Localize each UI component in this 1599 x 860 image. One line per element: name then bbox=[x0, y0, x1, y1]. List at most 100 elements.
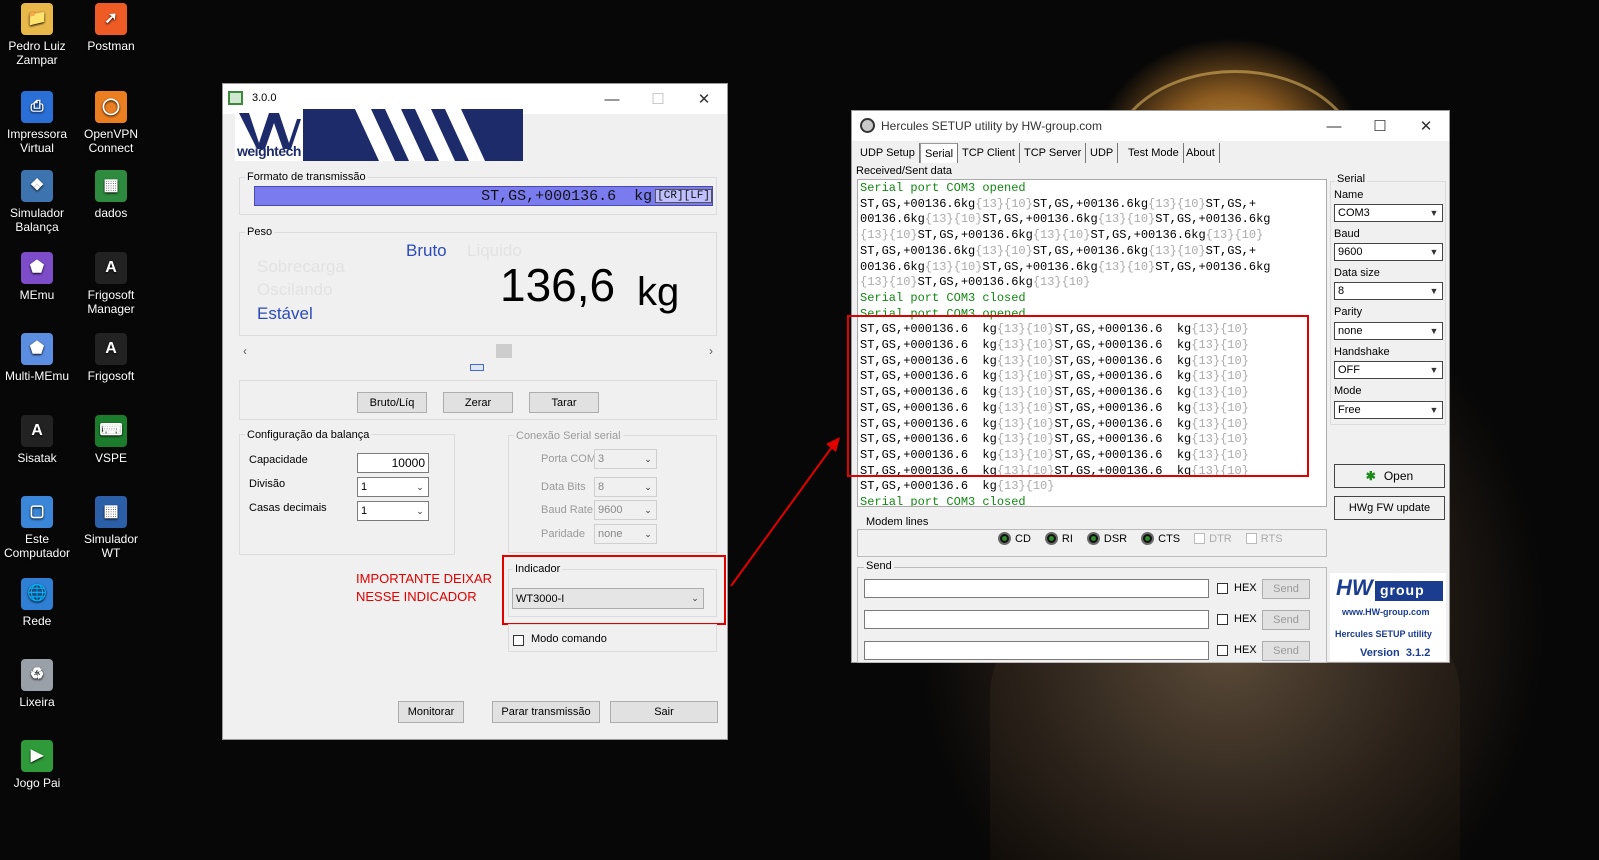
maximize-icon[interactable]: ☐ bbox=[1357, 111, 1403, 141]
desktop-icon-multi-memu[interactable]: ⬟ Multi-MEmu bbox=[1, 333, 73, 383]
desktop-icon-frigosoft[interactable]: A Frigosoft bbox=[75, 333, 147, 383]
desktop-icon-label: Frigosoft bbox=[87, 369, 135, 383]
desktop-icon-game[interactable]: ▶ Jogo Pai bbox=[1, 740, 73, 790]
slider-tick bbox=[470, 364, 484, 371]
openvpn-icon: ◯ bbox=[95, 91, 127, 123]
desktop-icon-label: Jogo Pai bbox=[13, 776, 61, 790]
send-input[interactable] bbox=[864, 610, 1209, 629]
multi-memu-icon: ⬟ bbox=[21, 333, 53, 365]
tarar-button[interactable]: Tarar bbox=[529, 392, 599, 413]
divisao-label: Divisão bbox=[249, 478, 286, 490]
baud-select[interactable]: 9600 ⌄ bbox=[594, 500, 657, 520]
desktop-icon-sisatak[interactable]: A Sisatak bbox=[1, 415, 73, 465]
modem-dtr[interactable]: DTR bbox=[1194, 533, 1232, 545]
tab-udp-setup[interactable]: UDP Setup bbox=[856, 143, 920, 163]
parity-select[interactable]: none ▼ bbox=[1334, 322, 1443, 340]
open-label: Open bbox=[1383, 469, 1414, 483]
window-title: Hercules SETUP utility by HW-group.com bbox=[881, 119, 1102, 133]
minimize-icon[interactable]: — bbox=[1311, 111, 1357, 141]
checkbox bbox=[1194, 533, 1206, 544]
capacidade-input[interactable]: 10000 bbox=[357, 453, 429, 473]
maximize-icon[interactable]: ☐ bbox=[635, 84, 681, 114]
tab-about[interactable]: About bbox=[1182, 143, 1220, 163]
send-button[interactable]: Send bbox=[1262, 641, 1310, 661]
handshake-select[interactable]: OFF ▼ bbox=[1334, 361, 1443, 379]
led-icon bbox=[1086, 532, 1100, 545]
scroll-right-icon[interactable]: › bbox=[709, 344, 713, 358]
divisao-select[interactable]: 1 ⌄ bbox=[357, 477, 429, 497]
send-button[interactable]: Send bbox=[1262, 610, 1310, 630]
memu-icon: ⬟ bbox=[21, 252, 53, 284]
sisatak-icon: A bbox=[21, 415, 53, 447]
hw-group-logo: HW group www.HW-group.com Hercules SETUP… bbox=[1330, 573, 1446, 661]
bruto-liq-button[interactable]: Bruto/Líq bbox=[357, 392, 427, 413]
close-icon[interactable]: ✕ bbox=[1403, 111, 1449, 141]
databits-select[interactable]: 8 ⌄ bbox=[594, 477, 657, 497]
weight-unit: kg bbox=[637, 270, 680, 314]
tab-tcp-client[interactable]: TCP Client bbox=[958, 143, 1020, 163]
tab-serial[interactable]: Serial bbox=[920, 143, 959, 163]
scroll-left-icon[interactable]: ‹ bbox=[243, 344, 247, 358]
weight-value: 136,6 bbox=[500, 259, 616, 311]
casas-value: 1 bbox=[361, 505, 368, 517]
paridade-select[interactable]: none ⌄ bbox=[594, 524, 657, 544]
desktop-icon-label: MEmu bbox=[19, 288, 55, 302]
close-icon[interactable]: ✕ bbox=[681, 84, 727, 114]
mode-select[interactable]: Free ▼ bbox=[1334, 401, 1443, 419]
printer-icon: ⎙ bbox=[21, 91, 53, 123]
desktop-icon-vspe[interactable]: ⌨ VSPE bbox=[75, 415, 147, 465]
hex-checkbox[interactable] bbox=[1217, 645, 1228, 656]
parity-label: Parity bbox=[1334, 306, 1363, 318]
scroll-thumb[interactable] bbox=[496, 344, 512, 358]
hex-checkbox[interactable] bbox=[1217, 614, 1228, 625]
datasize-select[interactable]: 8 ▼ bbox=[1334, 282, 1443, 300]
porta-select[interactable]: 3 ⌄ bbox=[594, 449, 657, 469]
desktop-icon-printer[interactable]: ⎙ Impressora Virtual bbox=[1, 91, 73, 155]
sair-button[interactable]: Sair bbox=[610, 701, 718, 723]
modem-label: DTR bbox=[1209, 532, 1232, 545]
desktop-icon-python[interactable]: ❖ Simulador Balança bbox=[1, 170, 73, 234]
title-bar[interactable]: Hercules SETUP utility by HW-group.com —… bbox=[852, 111, 1449, 141]
open-button[interactable]: ✱ Open bbox=[1334, 464, 1445, 488]
modo-comando-checkbox[interactable] bbox=[513, 633, 524, 647]
tab-udp[interactable]: UDP bbox=[1086, 143, 1119, 163]
modem-rts[interactable]: RTS bbox=[1245, 532, 1283, 545]
annotation-text-1: IMPORTANTE DEIXAR bbox=[356, 571, 493, 586]
desktop-icon-network[interactable]: 🌐 Rede bbox=[1, 578, 73, 628]
desktop-icon-recycle-bin[interactable]: ♻ Lixeira bbox=[1, 659, 73, 709]
received-label: Received/Sent data bbox=[856, 165, 953, 177]
desktop-icon-computer[interactable]: ▢ Este Computador bbox=[1, 496, 73, 560]
desktop-icon-simulator-wt[interactable]: ▦ Simulador WT bbox=[75, 496, 147, 560]
peso-label: Peso bbox=[245, 226, 275, 238]
hex-label: HEX bbox=[1234, 582, 1257, 594]
name-select[interactable]: COM3 ▼ bbox=[1334, 204, 1443, 222]
tab-tcp-server[interactable]: TCP Server bbox=[1020, 143, 1087, 163]
send-input[interactable] bbox=[864, 641, 1209, 660]
desktop-icon-label: Lixeira bbox=[19, 695, 55, 709]
desktop-icon-memu[interactable]: ⬟ MEmu bbox=[1, 252, 73, 302]
horizontal-scrollbar[interactable]: ‹ › bbox=[239, 342, 717, 362]
zerar-button[interactable]: Zerar bbox=[443, 392, 513, 413]
desktop-icon-label: Este Computador bbox=[3, 532, 71, 560]
desktop-icon-frigosoft-manager[interactable]: A Frigosoft Manager bbox=[75, 252, 147, 316]
mode-value: Free bbox=[1338, 404, 1361, 416]
desktop-icon-postman[interactable]: ➚ Postman bbox=[75, 3, 147, 53]
fw-update-button[interactable]: HWg FW update bbox=[1334, 496, 1445, 520]
send-button[interactable]: Send bbox=[1262, 579, 1310, 599]
modem-label: RTS bbox=[1260, 532, 1283, 545]
hex-checkbox[interactable] bbox=[1217, 583, 1228, 594]
monitorar-button[interactable]: Monitorar bbox=[398, 701, 464, 723]
desktop-icon-spreadsheet[interactable]: ▦ dados bbox=[75, 170, 147, 220]
tab-test-mode[interactable]: Test Mode bbox=[1124, 143, 1184, 163]
baud-select[interactable]: 9600 ▼ bbox=[1334, 243, 1443, 261]
casas-select[interactable]: 1 ⌄ bbox=[357, 501, 429, 521]
parar-transmissao-button[interactable]: Parar transmissão bbox=[492, 701, 600, 723]
minimize-icon[interactable]: — bbox=[589, 84, 635, 114]
paridade-label: Paridade bbox=[541, 528, 586, 540]
desktop-icon-folder-user[interactable]: 📁 Pedro Luiz Zampar bbox=[1, 3, 73, 67]
indicador-select[interactable]: WT3000-I ⌄ bbox=[512, 588, 704, 609]
send-input[interactable] bbox=[864, 579, 1209, 598]
porta-value: 3 bbox=[598, 453, 605, 465]
desktop-icon-openvpn[interactable]: ◯ OpenVPN Connect bbox=[75, 91, 147, 155]
hex-label: HEX bbox=[1234, 644, 1257, 656]
